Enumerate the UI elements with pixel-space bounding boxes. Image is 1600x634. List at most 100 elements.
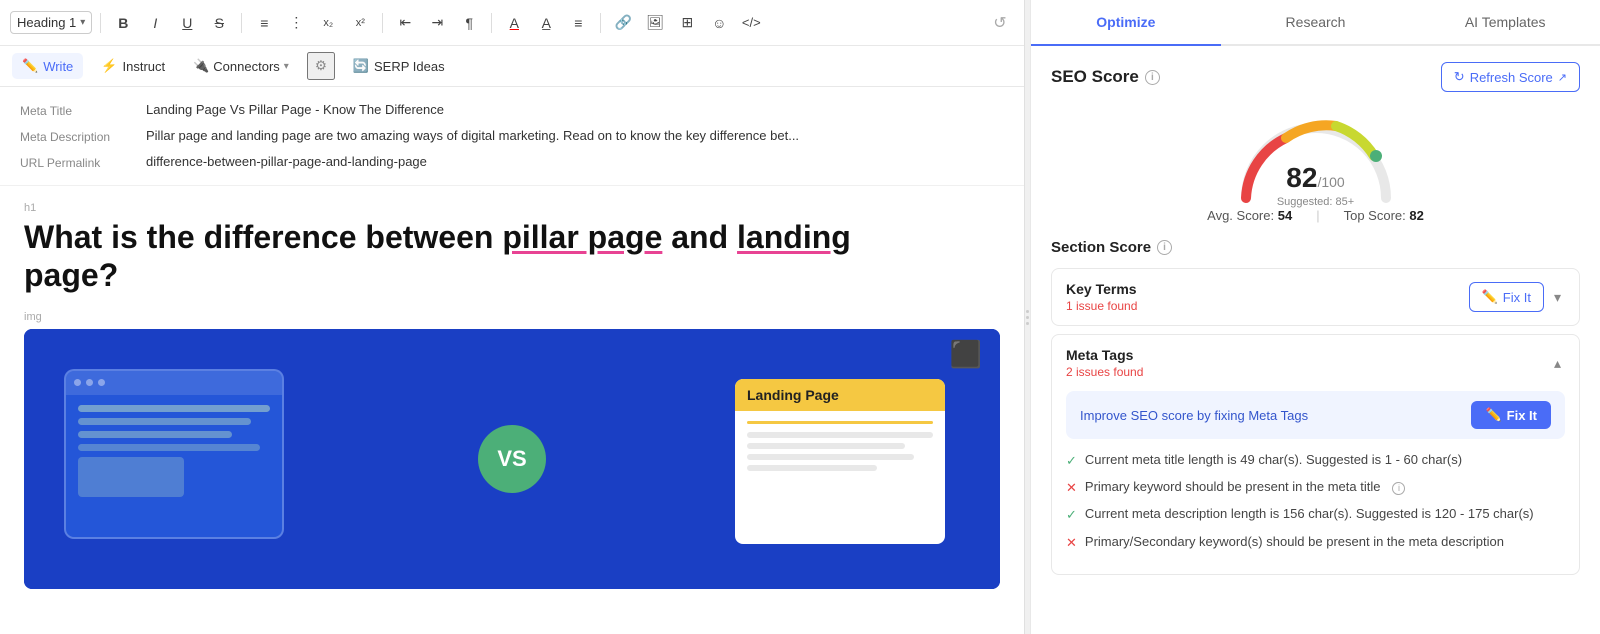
gauge-total: /100: [1317, 174, 1344, 190]
emoji-button[interactable]: ☺: [705, 9, 733, 37]
meta-tags-info: Meta Tags 2 issues found: [1066, 347, 1143, 379]
write-label: Write: [43, 59, 73, 74]
meta-fix-icon: ✏️: [1485, 407, 1501, 423]
heading-select-chevron: ▾: [80, 17, 85, 28]
browser-mockup-left: [64, 369, 284, 539]
seo-score-info-icon[interactable]: i: [1145, 70, 1160, 85]
meta-tags-collapse-button[interactable]: ▴: [1550, 351, 1565, 376]
meta-tags-header: Meta Tags 2 issues found ▴: [1052, 335, 1579, 391]
img-tag-label: img: [24, 311, 1000, 323]
key-terms-title: Key Terms: [1066, 281, 1137, 297]
ordered-list-button[interactable]: ≡: [250, 9, 278, 37]
instruct-button[interactable]: ⚡ Instruct: [91, 53, 175, 79]
indent-button[interactable]: ⇥: [423, 9, 451, 37]
connectors-icon: 🔌: [193, 58, 209, 74]
resize-dot-1: [1026, 310, 1029, 313]
meta-tags-actions: ▴: [1550, 351, 1565, 376]
bold-button[interactable]: B: [109, 9, 137, 37]
code-button[interactable]: </>: [737, 9, 765, 37]
check-item-1: ✓ Current meta title length is 49 char(s…: [1066, 451, 1565, 470]
refresh-icon: ↻: [1454, 69, 1465, 85]
gauge-text: 82/100 Suggested: 85+: [1277, 162, 1354, 208]
external-link-icon: ↗: [1558, 71, 1567, 84]
key-terms-header: Key Terms 1 issue found ✏️ Fix It ▾: [1052, 269, 1579, 325]
meta-description-value[interactable]: Pillar page and landing page are two ama…: [146, 128, 1004, 143]
section-score-header: Section Score i: [1051, 239, 1580, 256]
panel-tabs: Optimize Research AI Templates: [1031, 0, 1600, 46]
resize-dots: [1026, 310, 1029, 325]
image-button[interactable]: 🖼: [641, 9, 669, 37]
score-row: Avg. Score: 54 | Top Score: 82: [1207, 208, 1424, 223]
subscript-button[interactable]: x₂: [314, 9, 342, 37]
key-terms-actions: ✏️ Fix It ▾: [1469, 282, 1565, 312]
meta-fields: Meta Title Landing Page Vs Pillar Page -…: [0, 87, 1024, 186]
article-image: Landing Page VS ⬛: [24, 329, 1000, 589]
superscript-button[interactable]: x²: [346, 9, 374, 37]
align-button[interactable]: ≡: [564, 9, 592, 37]
resize-dot-2: [1026, 316, 1029, 319]
tab-ai-templates[interactable]: AI Templates: [1410, 0, 1600, 46]
text-color-button[interactable]: A: [500, 9, 528, 37]
connectors-label: Connectors: [213, 59, 279, 74]
key-terms-section: Key Terms 1 issue found ✏️ Fix It ▾: [1051, 268, 1580, 326]
landing-page-header: Landing Page: [735, 379, 945, 411]
cross-icon-2: ✕: [1066, 534, 1077, 552]
editor-panel: Heading 1 ▾ B I U S ≡ ⋮ x₂ x² ⇤ ⇥ ¶ A A̲…: [0, 0, 1025, 634]
vs-text: VS: [497, 446, 526, 472]
cross-item-2: ✕ Primary/Secondary keyword(s) should be…: [1066, 533, 1565, 552]
tab-research[interactable]: Research: [1221, 0, 1411, 46]
connectors-chevron: ▾: [284, 61, 289, 72]
underline-button[interactable]: U: [173, 9, 201, 37]
toolbar-sep-2: [241, 13, 242, 33]
meta-tags-expanded: Improve SEO score by fixing Meta Tags ✏️…: [1052, 391, 1579, 574]
history-button[interactable]: ↺: [986, 9, 1014, 37]
landing-keyword: landing: [737, 219, 851, 255]
cross-info-icon[interactable]: i: [1392, 478, 1405, 496]
toolbar-sep-4: [491, 13, 492, 33]
meta-url-value[interactable]: difference-between-pillar-page-and-landi…: [146, 154, 1004, 169]
text-highlight-button[interactable]: A̲: [532, 9, 560, 37]
toolbar-sep-5: [600, 13, 601, 33]
strikethrough-button[interactable]: S: [205, 9, 233, 37]
panel-content: SEO Score i ↻ Refresh Score ↗: [1031, 46, 1600, 634]
key-terms-expand-button[interactable]: ▾: [1550, 285, 1565, 310]
check-icon-1: ✓: [1066, 452, 1077, 470]
key-terms-fix-button[interactable]: ✏️ Fix It: [1469, 282, 1544, 312]
meta-tags-section: Meta Tags 2 issues found ▴ Improve SEO s…: [1051, 334, 1580, 575]
meta-title-value[interactable]: Landing Page Vs Pillar Page - Know The D…: [146, 102, 1004, 117]
serp-label: SERP Ideas: [374, 59, 445, 74]
gauge-wrap: 82/100 Suggested: 85+: [1226, 108, 1406, 208]
refresh-score-button[interactable]: ↻ Refresh Score ↗: [1441, 62, 1580, 92]
secondary-toolbar: ✏️ Write ⚡ Instruct 🔌 Connectors ▾ ⚙ 🔄 S…: [0, 46, 1024, 87]
pillar-page-keyword: pillar page: [502, 219, 662, 255]
link-button[interactable]: 🔗: [609, 9, 637, 37]
unordered-list-button[interactable]: ⋮: [282, 9, 310, 37]
heading-tag-label: h1: [24, 202, 1000, 214]
meta-tags-fix-button[interactable]: ✏️ Fix It: [1471, 401, 1551, 429]
italic-button[interactable]: I: [141, 9, 169, 37]
check-icon-2: ✓: [1066, 506, 1077, 524]
instruct-label: Instruct: [122, 59, 165, 74]
settings-button[interactable]: ⚙: [307, 52, 335, 80]
meta-url-label: URL Permalink: [20, 154, 130, 170]
heading-select[interactable]: Heading 1 ▾: [10, 11, 92, 34]
key-terms-info: Key Terms 1 issue found: [1066, 281, 1137, 313]
write-button[interactable]: ✏️ Write: [12, 53, 83, 79]
table-button[interactable]: ⊞: [673, 9, 701, 37]
article-heading[interactable]: What is the difference between pillar pa…: [24, 218, 1000, 295]
content-area[interactable]: h1 What is the difference between pillar…: [0, 186, 1024, 634]
avg-score: Avg. Score: 54: [1207, 208, 1292, 223]
meta-description-row: Meta Description Pillar page and landing…: [20, 123, 1004, 149]
serp-ideas-button[interactable]: 🔄 SERP Ideas: [343, 53, 455, 79]
key-terms-issue: 1 issue found: [1066, 299, 1137, 313]
meta-url-row: URL Permalink difference-between-pillar-…: [20, 149, 1004, 175]
paragraph-button[interactable]: ¶: [455, 9, 483, 37]
connectors-button[interactable]: 🔌 Connectors ▾: [183, 53, 299, 79]
outdent-button[interactable]: ⇤: [391, 9, 419, 37]
top-score: Top Score: 82: [1344, 208, 1424, 223]
seo-score-title: SEO Score i: [1051, 67, 1160, 87]
tab-optimize[interactable]: Optimize: [1031, 0, 1221, 46]
meta-title-row: Meta Title Landing Page Vs Pillar Page -…: [20, 97, 1004, 123]
section-score-info-icon[interactable]: i: [1157, 240, 1172, 255]
heading-select-label: Heading 1: [17, 15, 76, 30]
